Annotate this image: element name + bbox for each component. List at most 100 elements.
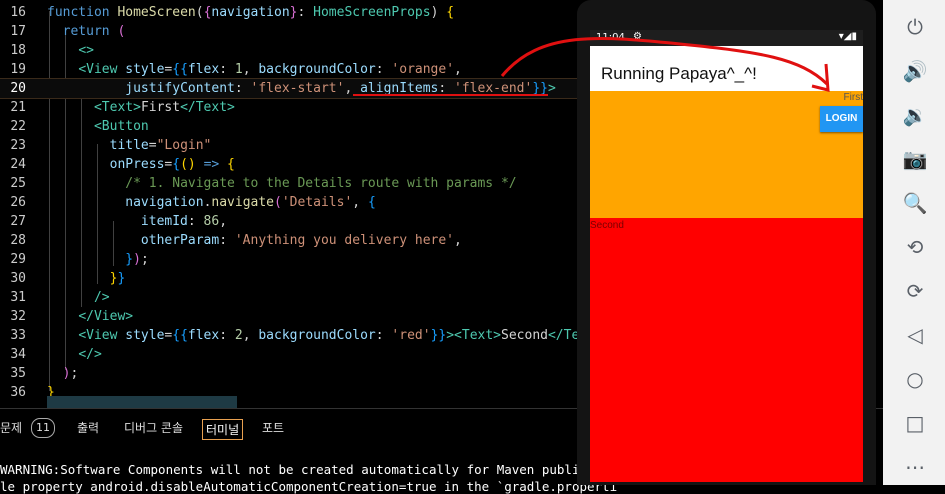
token: flex [187,62,220,77]
code-text: <> [47,41,94,60]
code-text: itemId: 86, [47,212,227,231]
code-line[interactable]: 33 <View style={{flex: 2, backgroundColo… [0,326,577,345]
rotate-left-icon[interactable]: ⟲ [902,234,928,260]
token: : [219,328,235,343]
token: 1 [234,62,243,77]
code-editor[interactable]: 16 function HomeScreen({navigation}: Home… [0,0,577,408]
token: : [375,62,392,77]
code-line[interactable]: 30 }} [0,269,577,288]
tab-debug-console[interactable]: 디버그 콘솔 [124,419,183,436]
code-line[interactable]: 25 /* 1. Navigate to the Details route w… [0,174,577,193]
volume-up-icon[interactable]: 🔊 [902,58,928,84]
code-line[interactable]: 24 onPress={() => { [0,155,577,174]
power-icon[interactable]: ⏻ [902,14,928,40]
token: return [62,24,118,39]
app-title: Running Papaya^_^! [601,64,757,83]
token: 2 [234,328,243,343]
code-line[interactable]: 22 <Button [0,117,577,136]
token: /> [93,290,110,305]
token: HomeScreenProps [313,5,431,20]
home-icon[interactable]: ○ [902,366,928,392]
code-line[interactable]: 28 otherParam: 'Anything you delivery he… [0,231,577,250]
token: <Text> [93,100,141,115]
code-line[interactable]: 23 title="Login" [0,136,577,155]
token: navigation [125,195,204,210]
code-line[interactable]: 27 itemId: 86, [0,212,577,231]
more-icon[interactable]: ⋯ [902,454,928,480]
token: otherParam [140,233,220,248]
first-text: First [843,92,863,103]
emulator-screen[interactable]: 11:04 ⚙ ▾◢▮ Running Papaya^_^! First LOG… [590,30,863,482]
token: title [109,138,149,153]
code-line[interactable]: 32 </View> [0,307,577,326]
line-number: 21 [10,100,26,115]
token: { [172,157,181,172]
token: </Text> [180,100,235,115]
code-text: </> [47,345,102,364]
token: </> [78,347,102,362]
token: <Button [93,119,149,134]
overview-icon[interactable]: □ [902,410,928,436]
line-number: 17 [10,24,26,39]
token: {{ [172,62,188,77]
line-number: 31 [10,290,26,305]
zoom-icon[interactable]: 🔍 [902,190,928,216]
back-icon[interactable]: ◁ [902,322,928,348]
code-line[interactable]: 26 navigation.navigate('Details', { [0,193,577,212]
token: ; [140,252,149,267]
code-line[interactable]: 17 return ( [0,22,577,41]
code-line[interactable]: 31 /> [0,288,577,307]
line-number: 30 [10,271,26,286]
code-line[interactable]: 35 ); [0,364,577,383]
code-text: /> [47,288,110,307]
line-number: 23 [10,138,26,153]
token: justifyContent [125,81,235,96]
token: , [219,214,228,229]
code-line[interactable]: 21 <Text>First</Text> [0,98,577,117]
orange-view: First LOGIN [590,91,863,218]
camera-icon[interactable]: 📷 [902,146,928,172]
token: <> [78,43,94,58]
token: itemId [140,214,188,229]
battery-icon: ▾◢▮ [838,31,857,42]
code-line[interactable]: 34 </> [0,345,577,364]
token: : [234,81,251,96]
tab-problems[interactable]: 문제 [0,419,22,436]
token: <View [78,328,126,343]
token: { [446,5,455,20]
login-button[interactable]: LOGIN [820,106,863,132]
rotate-right-icon[interactable]: ⟳ [902,278,928,304]
tab-output[interactable]: 출력 [77,419,99,436]
line-number: 24 [10,157,26,172]
app-header: Running Papaya^_^! [590,46,863,91]
line-number: 25 [10,176,26,191]
tab-ports[interactable]: 포트 [262,419,284,436]
code-text: <Button [47,117,149,136]
token: ) [133,252,141,267]
volume-down-icon[interactable]: 🔉 [902,102,928,128]
horizontal-scrollbar[interactable] [47,396,237,408]
terminal-line: le property android.disableAutomaticComp… [0,479,618,494]
token: 'flex-end' [454,81,533,96]
token: backgroundColor [258,328,376,343]
code-text: ); [47,364,79,383]
token: () [180,157,204,172]
tab-terminal[interactable]: 터미널 [202,419,244,440]
token: </Tex [547,328,577,343]
code-line[interactable]: 18 <> [0,41,577,60]
code-line[interactable]: 19 <View style={{flex: 1, backgroundColo… [0,60,577,79]
code-text: title="Login" [47,136,212,155]
code-line[interactable]: 16 function HomeScreen({navigation}: Home… [0,3,577,22]
token: onPress [109,157,165,172]
code-line[interactable]: 29 }); [0,250,577,269]
code-line[interactable]: 20 justifyContent: 'flex-start', alignIt… [0,78,577,99]
code-text: </View> [47,307,133,326]
line-number: 26 [10,195,26,210]
